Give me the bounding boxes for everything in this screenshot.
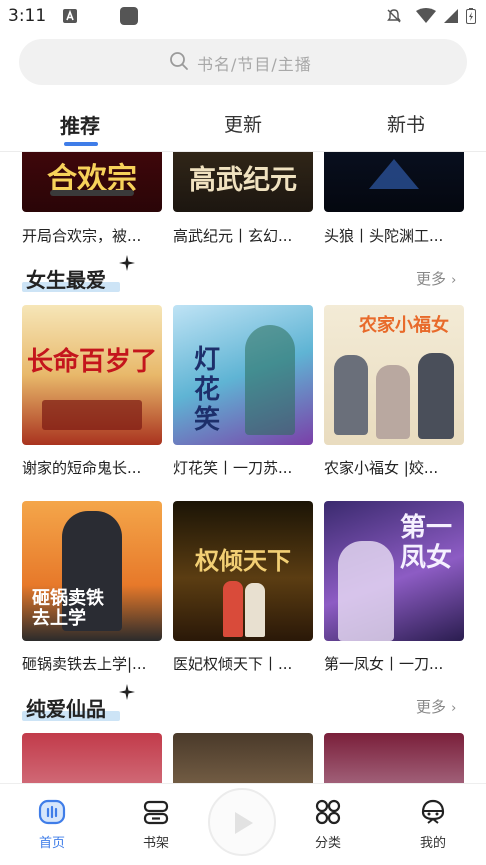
chevron-right-icon: › xyxy=(451,701,457,716)
status-bar: 3:11 xyxy=(0,0,486,34)
search-bar[interactable]: 书名/节目/主播 xyxy=(19,39,467,85)
section-title-female-favorites: 女生最爱 xyxy=(26,268,106,292)
nav-bookshelf-label: 书架 xyxy=(142,836,169,851)
nav-category[interactable]: 分类 xyxy=(288,784,368,865)
home-icon xyxy=(38,799,66,825)
book-cover[interactable] xyxy=(324,733,464,783)
tab-new-books[interactable]: 新书 xyxy=(387,110,425,137)
book-title[interactable]: 砸锅卖铁去上学|... xyxy=(22,653,162,674)
play-button[interactable] xyxy=(208,788,276,856)
book-cover[interactable]: 合欢宗 xyxy=(22,152,162,212)
chevron-right-icon: › xyxy=(451,273,457,288)
more-label: 更多 xyxy=(416,698,447,716)
status-time: 3:11 xyxy=(8,6,47,26)
nav-home-label: 首页 xyxy=(38,836,65,851)
cover-title-art: 第一凤女 xyxy=(399,513,452,573)
nav-category-label: 分类 xyxy=(314,836,341,851)
book-title[interactable]: 开局合欢宗，被... xyxy=(22,225,162,246)
battery-icon xyxy=(466,8,476,24)
sparkle-icon xyxy=(119,255,135,271)
book-cover[interactable]: 第一凤女 xyxy=(324,501,464,641)
book-title[interactable]: 农家小福女 |姣... xyxy=(324,457,464,478)
nav-home[interactable]: 首页 xyxy=(12,784,92,865)
cover-title-art: 砸锅卖铁去上学 xyxy=(32,588,104,629)
sparkle-icon xyxy=(119,684,135,700)
cover-title-art: 农家小福女 xyxy=(359,315,449,336)
book-cover[interactable]: 砸锅卖铁去上学 xyxy=(22,501,162,641)
book-title[interactable]: 第一凤女丨一刀... xyxy=(324,653,464,674)
book-cover[interactable] xyxy=(22,733,162,783)
profile-icon xyxy=(421,799,445,824)
book-title[interactable]: 谢家的短命鬼长... xyxy=(22,457,162,478)
category-icon xyxy=(315,799,341,825)
more-link-female[interactable]: 更多 › xyxy=(416,268,456,289)
book-cover[interactable]: 权倾天下 xyxy=(173,501,313,641)
section-title-pure-love: 纯爱仙品 xyxy=(26,697,106,721)
cover-title-art: 长命百岁了 xyxy=(26,347,157,377)
play-icon xyxy=(235,812,253,834)
book-cover[interactable]: 农家小福女 xyxy=(324,305,464,445)
cover-title-art: 权倾天下 xyxy=(195,546,291,575)
app-notification-icon xyxy=(120,7,138,25)
bookshelf-icon xyxy=(143,800,169,825)
cover-title-art: 高武纪元 xyxy=(189,165,297,196)
nav-profile[interactable]: 我的 xyxy=(393,784,473,865)
book-cover[interactable]: 长命百岁了 xyxy=(22,305,162,445)
book-cover[interactable]: 高武纪元 xyxy=(173,152,313,212)
book-title[interactable]: 灯花笑丨一刀苏... xyxy=(173,457,313,478)
book-cover[interactable] xyxy=(324,152,464,212)
tab-recommend[interactable]: 推荐 xyxy=(60,110,100,139)
feed-content[interactable]: 合欢宗 开局合欢宗，被... 高武纪元 高武纪元丨玄幻... 头狼丨头陀渊工..… xyxy=(0,152,486,783)
book-title[interactable]: 高武纪元丨玄幻... xyxy=(173,225,313,246)
book-cover[interactable] xyxy=(173,733,313,783)
book-title[interactable]: 头狼丨头陀渊工... xyxy=(324,225,464,246)
nav-bookshelf[interactable]: 书架 xyxy=(116,784,196,865)
more-label: 更多 xyxy=(416,270,447,288)
book-cover[interactable]: 灯花笑 xyxy=(173,305,313,445)
cover-title-art: 灯花笑 xyxy=(193,345,220,435)
search-icon xyxy=(170,52,188,70)
notification-a-icon xyxy=(63,9,77,23)
mute-icon xyxy=(387,9,401,23)
wifi-icon xyxy=(416,8,436,23)
tab-updates[interactable]: 更新 xyxy=(224,110,262,137)
search-placeholder: 书名/节目/主播 xyxy=(197,55,312,74)
nav-profile-label: 我的 xyxy=(419,836,446,851)
book-title[interactable]: 医妃权倾天下丨... xyxy=(173,653,313,674)
more-link-pure-love[interactable]: 更多 › xyxy=(416,696,456,717)
tab-active-indicator xyxy=(64,142,98,146)
signal-icon xyxy=(444,9,458,23)
